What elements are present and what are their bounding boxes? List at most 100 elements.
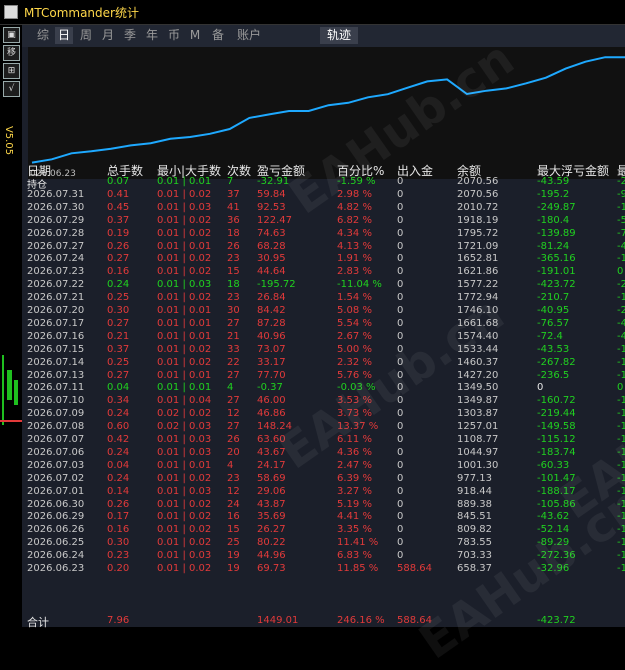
tab-currency[interactable]: 币 — [165, 27, 183, 44]
table-row[interactable]: 2026.07.14 0.25 0.01 | 0.02 22 33.17 2.32 % 0 1… — [22, 357, 625, 369]
table-row[interactable]: 2026.07.08 0.60 0.02 | 0.03 27 148.24 13.37 %… — [22, 421, 625, 433]
table-row[interactable]: 2026.07.10 0.34 0.01 | 0.04 27 46.00 3.53 % 0 1… — [22, 395, 625, 407]
table-row[interactable]: 2026.07.28 0.19 0.01 | 0.02 18 74.63 4.34 % 0 1… — [22, 228, 625, 240]
table-row[interactable]: 2026.07.09 0.24 0.02 | 0.02 12 46.86 3.73 % 0 1… — [22, 408, 625, 420]
cell-pnl: 46.00 — [257, 395, 286, 407]
cell-count: 26 — [227, 240, 240, 252]
title-bar: MTCommander统计 — [0, 0, 625, 25]
table-row[interactable]: 2026.07.06 0.24 0.01 | 0.03 20 43.67 4.36 % 0 1… — [22, 447, 625, 459]
cell-pnl: 44.96 — [257, 550, 286, 562]
cell-dd: -32.96 — [537, 563, 570, 574]
toolbar-button-grid[interactable]: ⊞ — [3, 63, 20, 79]
cell-lots: 0.25 — [107, 292, 130, 304]
cell-pct: 5.00 % — [337, 343, 372, 355]
table-row[interactable]: 2026.07.01 0.14 0.01 | 0.03 12 29.06 3.27 % 0 9… — [22, 486, 625, 498]
table-row[interactable]: 2026.07.24 0.27 0.01 | 0.02 23 30.95 1.91 % 0 1… — [22, 253, 625, 265]
tab-season[interactable]: 季 — [121, 27, 139, 44]
cell-dd: -219.44 — [537, 408, 576, 420]
cell-last: -1 — [617, 472, 625, 484]
cell-lots: 0.37 — [107, 343, 130, 355]
cell-last: -1 — [617, 369, 625, 381]
table-row[interactable]: 2026.06.23 0.20 0.01 | 0.02 19 69.73 11.85 % 5… — [22, 563, 625, 575]
table-row[interactable]: 2026.07.15 0.37 0.01 | 0.02 33 73.07 5.00 % 0 1… — [22, 344, 625, 356]
cell-bal: 1533.44 — [457, 343, 499, 355]
cell-flow: 0 — [397, 305, 404, 316]
tab-summary[interactable]: 综 — [34, 27, 52, 44]
cell-dd: -236.5 — [537, 369, 570, 381]
cell-flow: 0 — [397, 550, 404, 562]
toolbar-button-1[interactable]: ▣ — [3, 27, 20, 43]
table-row[interactable]: 2026.06.24 0.23 0.01 | 0.03 19 44.96 6.83 % 0 7… — [22, 550, 625, 562]
table-row[interactable]: 2026.06.30 0.26 0.01 | 0.02 24 43.87 5.19 % 0 8… — [22, 499, 625, 511]
cell-date: 2026.07.07 — [27, 434, 85, 445]
price-candle — [7, 370, 12, 400]
cell-dd: -81.24 — [537, 240, 570, 252]
tab-week[interactable]: 周 — [77, 27, 95, 44]
cell-last: -1 — [617, 253, 625, 265]
cell-bal: 1427.20 — [457, 369, 499, 381]
cell-dd: -72.4 — [537, 330, 563, 342]
cell-count: 37 — [227, 188, 240, 200]
table-row[interactable]: 2026.06.25 0.30 0.01 | 0.02 25 80.22 11.41 % 0… — [22, 537, 625, 549]
cell-count: 15 — [227, 524, 240, 536]
cell-bal: 1108.77 — [457, 434, 499, 445]
cell-date: 2026.07.08 — [27, 421, 85, 433]
cell-flow: 0 — [397, 240, 404, 252]
table-row[interactable]: 2026.07.29 0.37 0.01 | 0.02 36 122.47 6.82 % 0… — [22, 215, 625, 227]
table-row[interactable]: 2026.07.11 0.04 0.01 | 0.01 4 -0.37 -0.03 % 0 1… — [22, 382, 625, 394]
tab-month[interactable]: 月 — [99, 27, 117, 44]
table-row[interactable]: 2026.06.29 0.17 0.01 | 0.02 16 35.69 4.41 % 0 8… — [22, 511, 625, 523]
table-row[interactable]: 2026.06.26 0.16 0.01 | 0.02 15 26.27 3.35 % 0 8… — [22, 524, 625, 536]
table-row[interactable]: 2026.07.20 0.30 0.01 | 0.01 30 84.42 5.08 % 0 1… — [22, 305, 625, 317]
cell-bal: 1918.19 — [457, 214, 499, 226]
cell-lots: 0.25 — [107, 356, 130, 368]
cell-pnl: 80.22 — [257, 537, 286, 549]
cell-lots: 0.37 — [107, 214, 130, 226]
cell-last: 0 — [617, 382, 624, 394]
cell-last: -1 — [617, 498, 625, 510]
cell-flow: 0 — [397, 227, 404, 239]
cell-count: 36 — [227, 214, 240, 226]
table-row[interactable]: 2026.07.03 0.04 0.01 | 0.01 4 24.17 2.47 % 0 10… — [22, 460, 625, 472]
cell-flow: 0 — [397, 408, 404, 420]
equity-chart: 026.06.23 — [28, 47, 625, 179]
table-row[interactable]: 2026.07.21 0.25 0.01 | 0.02 23 26.84 1.54 % 0 1… — [22, 292, 625, 304]
toolbar-button-move[interactable]: 移 — [3, 45, 20, 61]
cell-date: 2026.07.10 — [27, 395, 85, 407]
table-row[interactable]: 持仓 0.07 0.01 | 0.01 7 -32.91 -1.59 % 0 2070.56-… — [22, 176, 625, 191]
cell-minmax: 0.01 | 0.02 — [157, 253, 212, 265]
table-row[interactable]: 2026.07.27 0.26 0.01 | 0.01 26 68.28 4.13 % 0 1… — [22, 241, 625, 253]
toolbar-button-check[interactable]: √ — [3, 81, 20, 97]
cell-pct: 6.39 % — [337, 472, 372, 484]
tab-account[interactable]: 账户 — [234, 27, 264, 44]
tab-backup[interactable]: 备 — [209, 27, 227, 44]
tab-track[interactable]: 轨迹 — [320, 27, 358, 44]
table-row[interactable]: 2026.07.16 0.21 0.01 | 0.01 21 40.96 2.67 % 0 1… — [22, 331, 625, 343]
table-row[interactable]: 2026.07.22 0.24 0.01 | 0.03 18 -195.72 -11.04… — [22, 279, 625, 291]
cell-lots: 0.24 — [107, 446, 130, 458]
cell-pnl: 29.06 — [257, 485, 286, 497]
table-row[interactable]: 2026.07.07 0.42 0.01 | 0.03 26 63.60 6.11 % 0 1… — [22, 434, 625, 446]
cell-count: 27 — [227, 317, 240, 329]
cell-lots: 0.45 — [107, 201, 130, 213]
table-row[interactable]: 2026.07.31 0.41 0.01 | 0.02 37 59.84 2.98 % 0 2… — [22, 189, 625, 201]
tab-year[interactable]: 年 — [143, 27, 161, 44]
cell-minmax: 0.01 | 0.01 — [157, 459, 212, 471]
table-row[interactable]: 2026.07.13 0.27 0.01 | 0.01 27 77.70 5.76 % 0 1… — [22, 370, 625, 382]
table-row[interactable]: 2026.07.02 0.24 0.01 | 0.02 23 58.69 6.39 % 0 9… — [22, 473, 625, 485]
tab-m[interactable]: M — [188, 27, 202, 44]
table-row[interactable]: 2026.07.23 0.16 0.01 | 0.02 15 44.64 2.83 % 0 1… — [22, 266, 625, 278]
cell-flow: 0 — [397, 201, 404, 213]
cell-count: 24 — [227, 498, 240, 510]
table-row[interactable]: 2026.07.17 0.27 0.01 | 0.01 27 87.28 5.54 % 0 1… — [22, 318, 625, 330]
cell-date: 2026.07.27 — [27, 240, 85, 252]
cell-count: 20 — [227, 446, 240, 458]
cell-flow: 588.64 — [397, 563, 432, 574]
cell-bal: 1349.87 — [457, 395, 499, 407]
cell-bal: 977.13 — [457, 472, 492, 484]
table-row[interactable]: 2026.07.30 0.45 0.01 | 0.03 41 92.53 4.82 % 0 2… — [22, 202, 625, 214]
tab-day[interactable]: 日 — [55, 27, 73, 44]
cell-flow: 0 — [397, 369, 404, 381]
cell-last: -1 — [617, 446, 625, 458]
cell-pct: 2.67 % — [337, 330, 372, 342]
